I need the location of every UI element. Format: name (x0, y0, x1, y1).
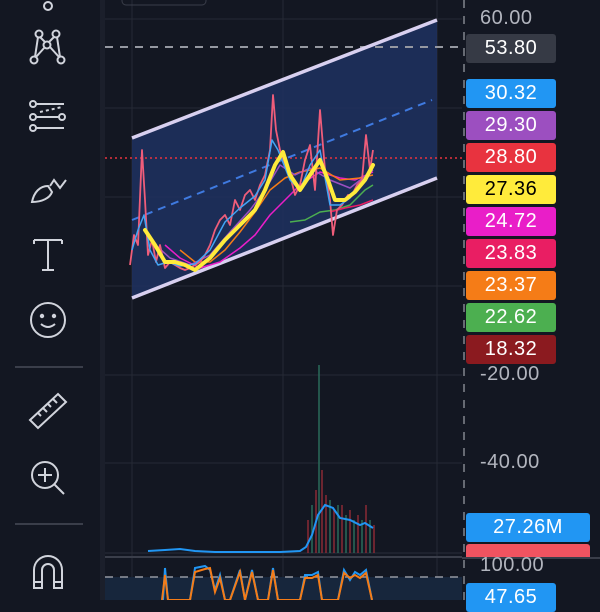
tool-text[interactable] (24, 232, 72, 276)
chart-pane[interactable] (105, 0, 462, 600)
tool-measure[interactable] (24, 388, 72, 432)
toolbar-divider (15, 366, 83, 368)
rsi-label: 47.65 (466, 583, 556, 612)
tool-fib-prediction[interactable] (24, 96, 72, 140)
rsi-tick: 100.00 (480, 554, 545, 576)
price-label: 30.32 (466, 79, 556, 108)
toolbar-divider (15, 523, 83, 525)
xabcd-pattern-icon (29, 29, 66, 65)
price-label: 24.72 (466, 207, 556, 236)
price-label: 29.30 (466, 111, 556, 140)
tool-magnet[interactable] (24, 548, 72, 592)
price-label: 18.32 (466, 335, 556, 364)
tool-brush[interactable] (24, 166, 72, 210)
price-tick: -40.00 (480, 451, 540, 473)
price-label-last: 28.80 (466, 143, 556, 172)
price-label: 27.36 (466, 175, 556, 204)
rsi-band (105, 577, 462, 600)
volume-bars (307, 365, 375, 553)
price-label: 23.83 (466, 239, 556, 268)
smiley-icon (30, 302, 66, 338)
volume-label: 27.26M (466, 513, 590, 542)
ruler-icon (28, 392, 68, 430)
price-label: 23.37 (466, 271, 556, 300)
zoom-in-icon (31, 461, 65, 495)
fib-lines-icon (29, 100, 66, 132)
price-label-horizontal-line: 53.80 (466, 34, 556, 63)
tool-emoji[interactable] (24, 298, 72, 342)
legend-box[interactable] (121, 0, 207, 6)
price-tick: 60.00 (480, 7, 533, 29)
tool-zoom-in[interactable] (24, 456, 72, 500)
axis-dashed-border (463, 0, 465, 600)
price-label: 22.62 (466, 303, 556, 332)
price-tick: -20.00 (480, 363, 540, 385)
drawing-toolbar (0, 0, 100, 600)
brush-icon (30, 178, 67, 204)
volume-ma-line (147, 503, 374, 553)
text-icon (33, 239, 63, 271)
magnet-icon (33, 555, 63, 589)
tool-pattern[interactable] (24, 27, 72, 71)
